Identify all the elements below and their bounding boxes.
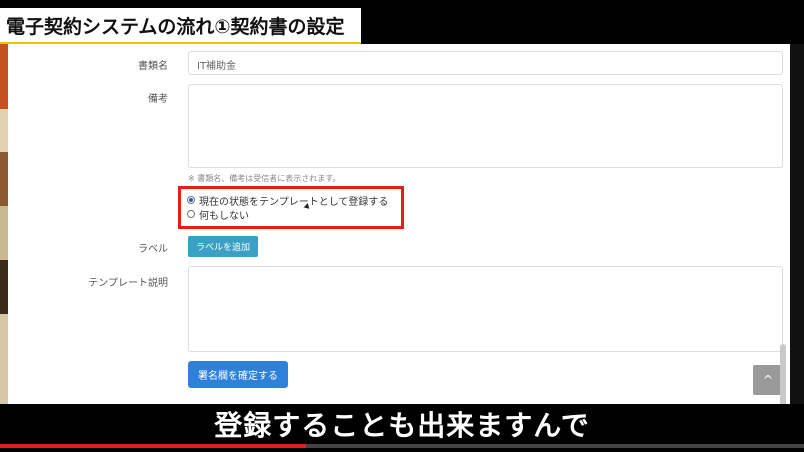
add-label-button[interactable]: ラベルを追加: [188, 236, 259, 257]
radio-do-nothing-label: 何もしない: [199, 210, 249, 222]
radio-checked-icon[interactable]: [187, 196, 195, 204]
highlight-box: 現在の状態をテンプレートとして登録する 何もしない: [178, 186, 404, 229]
web-page: 書類名 IT補助金 備考 ※ 書類名、備考は受信者に表示されます。 現在の状態を…: [8, 44, 798, 414]
confirm-signature-button[interactable]: 署名欄を確定する: [188, 361, 288, 388]
video-title: 電子契約システムの流れ①契約書の設定: [6, 15, 345, 38]
doc-name-input[interactable]: IT補助金: [188, 51, 783, 75]
video-progress-bar[interactable]: [0, 444, 804, 448]
remarks-label: 備考: [148, 94, 168, 105]
radio-register-template[interactable]: 現在の状態をテンプレートとして登録する: [187, 193, 401, 208]
left-thumbnail-strip: [0, 44, 8, 404]
settings-form: 書類名 IT補助金 備考 ※ 書類名、備考は受信者に表示されます。 現在の状態を…: [58, 44, 798, 404]
doc-name-value: IT補助金: [197, 61, 237, 72]
right-dark-strip: [790, 44, 804, 404]
template-description-textarea[interactable]: [188, 266, 783, 352]
video-progress-fill: [0, 444, 306, 448]
label-field-label: ラベル: [138, 244, 168, 255]
radio-register-template-label: 現在の状態をテンプレートとして登録する: [199, 196, 389, 208]
doc-name-label: 書類名: [138, 61, 168, 72]
back-to-top-button[interactable]: ^: [753, 365, 783, 395]
template-description-label: テンプレート説明: [88, 278, 168, 289]
radio-do-nothing[interactable]: 何もしない: [187, 207, 401, 222]
chevron-up-icon: ^: [762, 373, 774, 387]
remarks-textarea[interactable]: [188, 84, 783, 168]
radio-unchecked-icon[interactable]: [187, 210, 195, 218]
video-title-banner: 電子契約システムの流れ①契約書の設定: [0, 8, 361, 45]
remarks-note: ※ 書類名、備考は受信者に表示されます。: [188, 174, 341, 183]
